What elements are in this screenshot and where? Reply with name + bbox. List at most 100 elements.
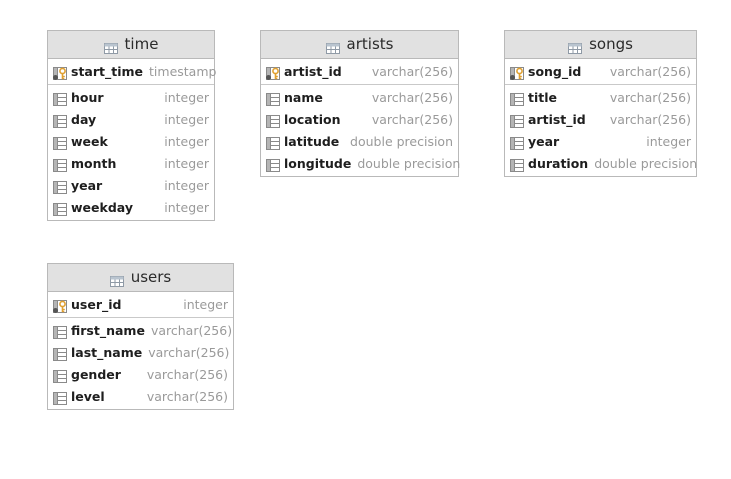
column-icon (53, 157, 67, 172)
table-time[interactable]: time start_time timestamp hour integer day int… (47, 30, 217, 221)
column-type: varchar(256) (609, 89, 691, 105)
column-icon (510, 113, 524, 128)
column-type: integer (164, 177, 209, 193)
column-name: latitude (284, 133, 340, 149)
columns-section: hour integer day integer week integer month int… (48, 85, 214, 220)
column-name: hour (71, 89, 104, 105)
table-title: users (130, 268, 172, 286)
column-icon (53, 91, 67, 106)
table-icon (568, 39, 583, 54)
column-icon (53, 201, 67, 216)
column-type: varchar(256) (609, 63, 691, 79)
column-row[interactable]: artist_id varchar(256) (505, 108, 696, 130)
primary-key-row[interactable]: user_id integer (48, 293, 233, 315)
column-type: integer (164, 133, 209, 149)
column-type: double precision (357, 155, 461, 171)
column-row[interactable]: year integer (48, 174, 214, 196)
column-icon (266, 135, 280, 150)
column-row[interactable]: name varchar(256) (261, 86, 458, 108)
primary-key-row[interactable]: artist_id varchar(256) (261, 60, 458, 82)
column-icon (53, 390, 67, 405)
column-name: day (71, 111, 97, 127)
column-icon (53, 346, 67, 361)
column-row[interactable]: title varchar(256) (505, 86, 696, 108)
primary-key-column-icon (266, 65, 280, 80)
column-name: title (528, 89, 557, 105)
column-name: weekday (71, 199, 133, 215)
column-type: integer (164, 89, 209, 105)
table-header[interactable]: songs (505, 31, 696, 59)
column-icon (53, 324, 67, 339)
table-icon (103, 39, 118, 54)
column-icon (53, 113, 67, 128)
primary-key-row[interactable]: start_time timestamp (48, 60, 217, 82)
table-songs[interactable]: songs song_id varchar(256) title varchar(256… (504, 30, 697, 177)
table-icon (325, 39, 340, 54)
column-type: varchar(256) (609, 111, 691, 127)
column-icon (53, 179, 67, 194)
column-icon (510, 135, 524, 150)
column-row[interactable]: week integer (48, 130, 214, 152)
column-name: duration (528, 155, 589, 171)
table-title: songs (589, 35, 633, 53)
primary-key-section: song_id varchar(256) (505, 59, 696, 85)
column-type: double precision (350, 133, 453, 149)
table-users[interactable]: users user_id integer first_name varchar(256… (47, 263, 234, 410)
table-header[interactable]: time (48, 31, 214, 59)
table-header[interactable]: artists (261, 31, 458, 59)
column-type: varchar(256) (371, 89, 453, 105)
column-row[interactable]: year integer (505, 130, 696, 152)
column-row[interactable]: location varchar(256) (261, 108, 458, 130)
column-type: double precision (594, 155, 698, 171)
column-name: level (71, 388, 105, 404)
primary-key-column-icon (53, 65, 67, 80)
column-row[interactable]: hour integer (48, 86, 214, 108)
columns-section: title varchar(256) artist_id varchar(256) ye… (505, 85, 698, 176)
column-name: location (284, 111, 341, 127)
table-title: artists (346, 35, 394, 53)
column-row[interactable]: last_name varchar(256) (48, 341, 233, 363)
column-type: integer (164, 155, 209, 171)
column-icon (266, 113, 280, 128)
column-row[interactable]: weekday integer (48, 196, 214, 218)
primary-key-column-icon (53, 298, 67, 313)
column-row[interactable]: duration double precision (505, 152, 698, 174)
column-icon (510, 157, 524, 172)
column-name: week (71, 133, 108, 149)
column-name: start_time (71, 63, 144, 79)
column-name: last_name (71, 344, 143, 360)
column-row[interactable]: day integer (48, 108, 214, 130)
column-icon (53, 135, 67, 150)
table-artists[interactable]: artists artist_id varchar(256) name varchar(… (260, 30, 461, 177)
column-type: varchar(256) (146, 366, 228, 382)
primary-key-column-icon (510, 65, 524, 80)
column-name: name (284, 89, 323, 105)
column-name: year (71, 177, 103, 193)
column-name: artist_id (284, 63, 342, 79)
primary-key-section: user_id integer (48, 292, 233, 318)
column-name: month (71, 155, 117, 171)
column-type: varchar(256) (371, 111, 453, 127)
column-row[interactable]: level varchar(256) (48, 385, 233, 407)
column-name: longitude (284, 155, 352, 171)
column-row[interactable]: first_name varchar(256) (48, 319, 233, 341)
column-icon (266, 157, 280, 172)
column-icon (266, 91, 280, 106)
table-header[interactable]: users (48, 264, 233, 292)
primary-key-row[interactable]: song_id varchar(256) (505, 60, 696, 82)
column-row[interactable]: longitude double precision (261, 152, 461, 174)
column-row[interactable]: latitude double precision (261, 130, 458, 152)
column-name: user_id (71, 296, 122, 312)
column-name: artist_id (528, 111, 586, 127)
column-type: integer (646, 133, 691, 149)
columns-section: first_name varchar(256) last_name varchar(2… (48, 318, 233, 409)
column-type: integer (164, 111, 209, 127)
column-type: integer (164, 199, 209, 215)
column-row[interactable]: month integer (48, 152, 214, 174)
columns-section: name varchar(256) location varchar(256) lati… (261, 85, 461, 176)
column-type: timestamp (149, 63, 217, 79)
column-row[interactable]: gender varchar(256) (48, 363, 233, 385)
table-title: time (124, 35, 159, 53)
primary-key-section: artist_id varchar(256) (261, 59, 458, 85)
column-icon (510, 91, 524, 106)
